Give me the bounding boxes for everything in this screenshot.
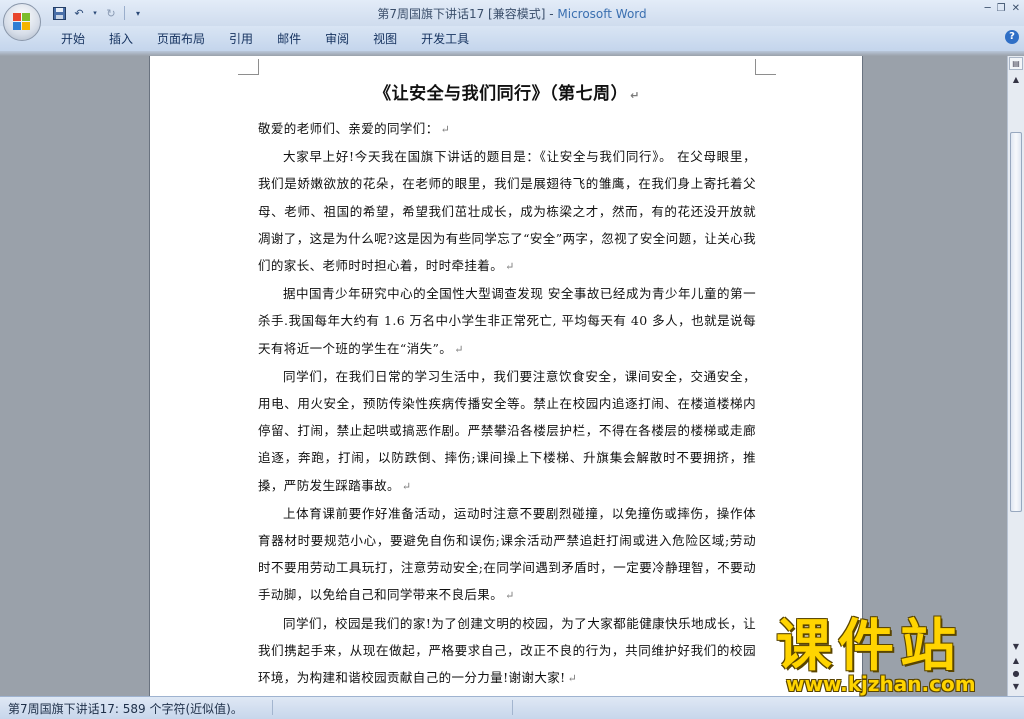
- close-icon[interactable]: ✕: [1012, 3, 1020, 14]
- vertical-scrollbar[interactable]: ▤ ▲ ▼ ▲ ● ▼: [1007, 56, 1024, 696]
- tab-home[interactable]: 开始: [49, 30, 97, 48]
- office-logo-icon: [13, 13, 31, 31]
- document-page[interactable]: 《让安全与我们同行》（第七周） ↵ 敬爱的老师们、亲爱的同学们： ↵ 大家早上好!今…: [150, 56, 862, 696]
- document-title-text: 《让安全与我们同行》（第七周）: [374, 84, 629, 104]
- word-count-status[interactable]: 第7周国旗下讲话17: 589 个字符(近似值)。: [8, 700, 243, 717]
- office-button[interactable]: [3, 3, 41, 41]
- ribbon-tab-bar: 开始 插入 页面布局 引用 邮件 审阅 视图 开发工具: [0, 26, 1024, 52]
- paragraph-mark: ↵: [440, 123, 451, 136]
- watermark-logo: 课件站: [776, 614, 962, 679]
- salutation-text: 敬爱的老师们、亲爱的同学们：: [258, 121, 439, 136]
- status-bar: 第7周国旗下讲话17: 589 个字符(近似值)。: [0, 696, 1024, 719]
- window-title: 第7周国旗下讲话17 [兼容模式] - Microsoft Word: [0, 5, 1024, 22]
- ribbon-tabs: 开始 插入 页面布局 引用 邮件 审阅 视图 开发工具: [49, 30, 481, 48]
- tab-review[interactable]: 审阅: [313, 30, 361, 48]
- title-bar: ↶ ▾ ↻ ▾ 第7周国旗下讲话17 [兼容模式] - Microsoft Wo…: [0, 0, 1024, 26]
- paragraph: 同学们，校园是我们的家!为了创建文明的校园，为了大家都能健康快乐地成长，让我们携…: [258, 610, 756, 693]
- tab-view[interactable]: 视图: [361, 30, 409, 48]
- restore-icon[interactable]: ❐: [997, 3, 1006, 14]
- window-controls: ─ ❐ ✕: [985, 3, 1020, 14]
- tab-developer[interactable]: 开发工具: [409, 30, 481, 48]
- watermark-url: www.kjzhan.com: [786, 672, 976, 696]
- help-icon[interactable]: ?: [1005, 30, 1019, 44]
- paragraph-mark: ↵: [505, 589, 515, 603]
- paragraph-text: 据中国青少年研究中心的全国性大型调查发现 安全事故已经成为青少年儿童的第一杀手.…: [258, 286, 756, 356]
- tab-page-layout[interactable]: 页面布局: [145, 30, 217, 48]
- paragraph-text: 上体育课前要作好准备活动，运动时注意不要剧烈碰撞，以免撞伤或摔伤，操作体育器材时…: [258, 505, 756, 603]
- status-divider: [272, 700, 273, 715]
- tab-references[interactable]: 引用: [217, 30, 265, 48]
- scroll-up-icon[interactable]: ▲: [1009, 72, 1023, 87]
- paragraph-mark: ↵: [630, 89, 640, 102]
- margin-corner-mark: [755, 59, 776, 75]
- tab-insert[interactable]: 插入: [97, 30, 145, 48]
- scrollbar-thumb[interactable]: [1010, 132, 1022, 512]
- paragraph-text: 大家早上好!今天我在国旗下讲话的题目是：《让安全与我们同行》。 在父母眼里，我们…: [258, 149, 756, 274]
- paragraph: 据中国青少年研究中心的全国性大型调查发现 安全事故已经成为青少年儿童的第一杀手.…: [258, 280, 756, 363]
- paragraph-mark: ↵: [567, 672, 578, 686]
- document-name: 第7周国旗下讲话17 [兼容模式] -: [377, 7, 558, 21]
- paragraph-text: 同学们，校园是我们的家!为了创建文明的校园，为了大家都能健康快乐地成长，让我们携…: [258, 615, 756, 686]
- minimize-icon[interactable]: ─: [985, 3, 991, 14]
- paragraph-mark: ↵: [454, 342, 464, 356]
- salutation: 敬爱的老师们、亲爱的同学们： ↵: [258, 115, 756, 143]
- paragraph: 大家早上好!今天我在国旗下讲话的题目是：《让安全与我们同行》。 在父母眼里，我们…: [258, 143, 756, 280]
- site-watermark: 课件站 www.kjzhan.com: [772, 614, 1024, 697]
- paragraph-text: 同学们，在我们日常的学习生活中，我们要注意饮食安全，课间安全，交通安全，用电、用…: [258, 368, 756, 493]
- ruler-toggle-icon[interactable]: ▤: [1009, 57, 1023, 70]
- document-body[interactable]: 《让安全与我们同行》（第七周） ↵ 敬爱的老师们、亲爱的同学们： ↵ 大家早上好!今…: [258, 80, 756, 692]
- paragraph-mark: ↵: [401, 479, 412, 493]
- status-divider: [512, 700, 513, 715]
- tab-mailings[interactable]: 邮件: [265, 30, 313, 48]
- margin-corner-mark: [238, 59, 259, 75]
- app-name: Microsoft Word: [557, 7, 647, 21]
- paragraph: 上体育课前要作好准备活动，运动时注意不要剧烈碰撞，以免撞伤或摔伤，操作体育器材时…: [258, 500, 756, 610]
- paragraph: 同学们，在我们日常的学习生活中，我们要注意饮食安全，课间安全，交通安全，用电、用…: [258, 363, 756, 500]
- paragraph-mark: ↵: [505, 260, 515, 274]
- document-title: 《让安全与我们同行》（第七周） ↵: [258, 82, 756, 108]
